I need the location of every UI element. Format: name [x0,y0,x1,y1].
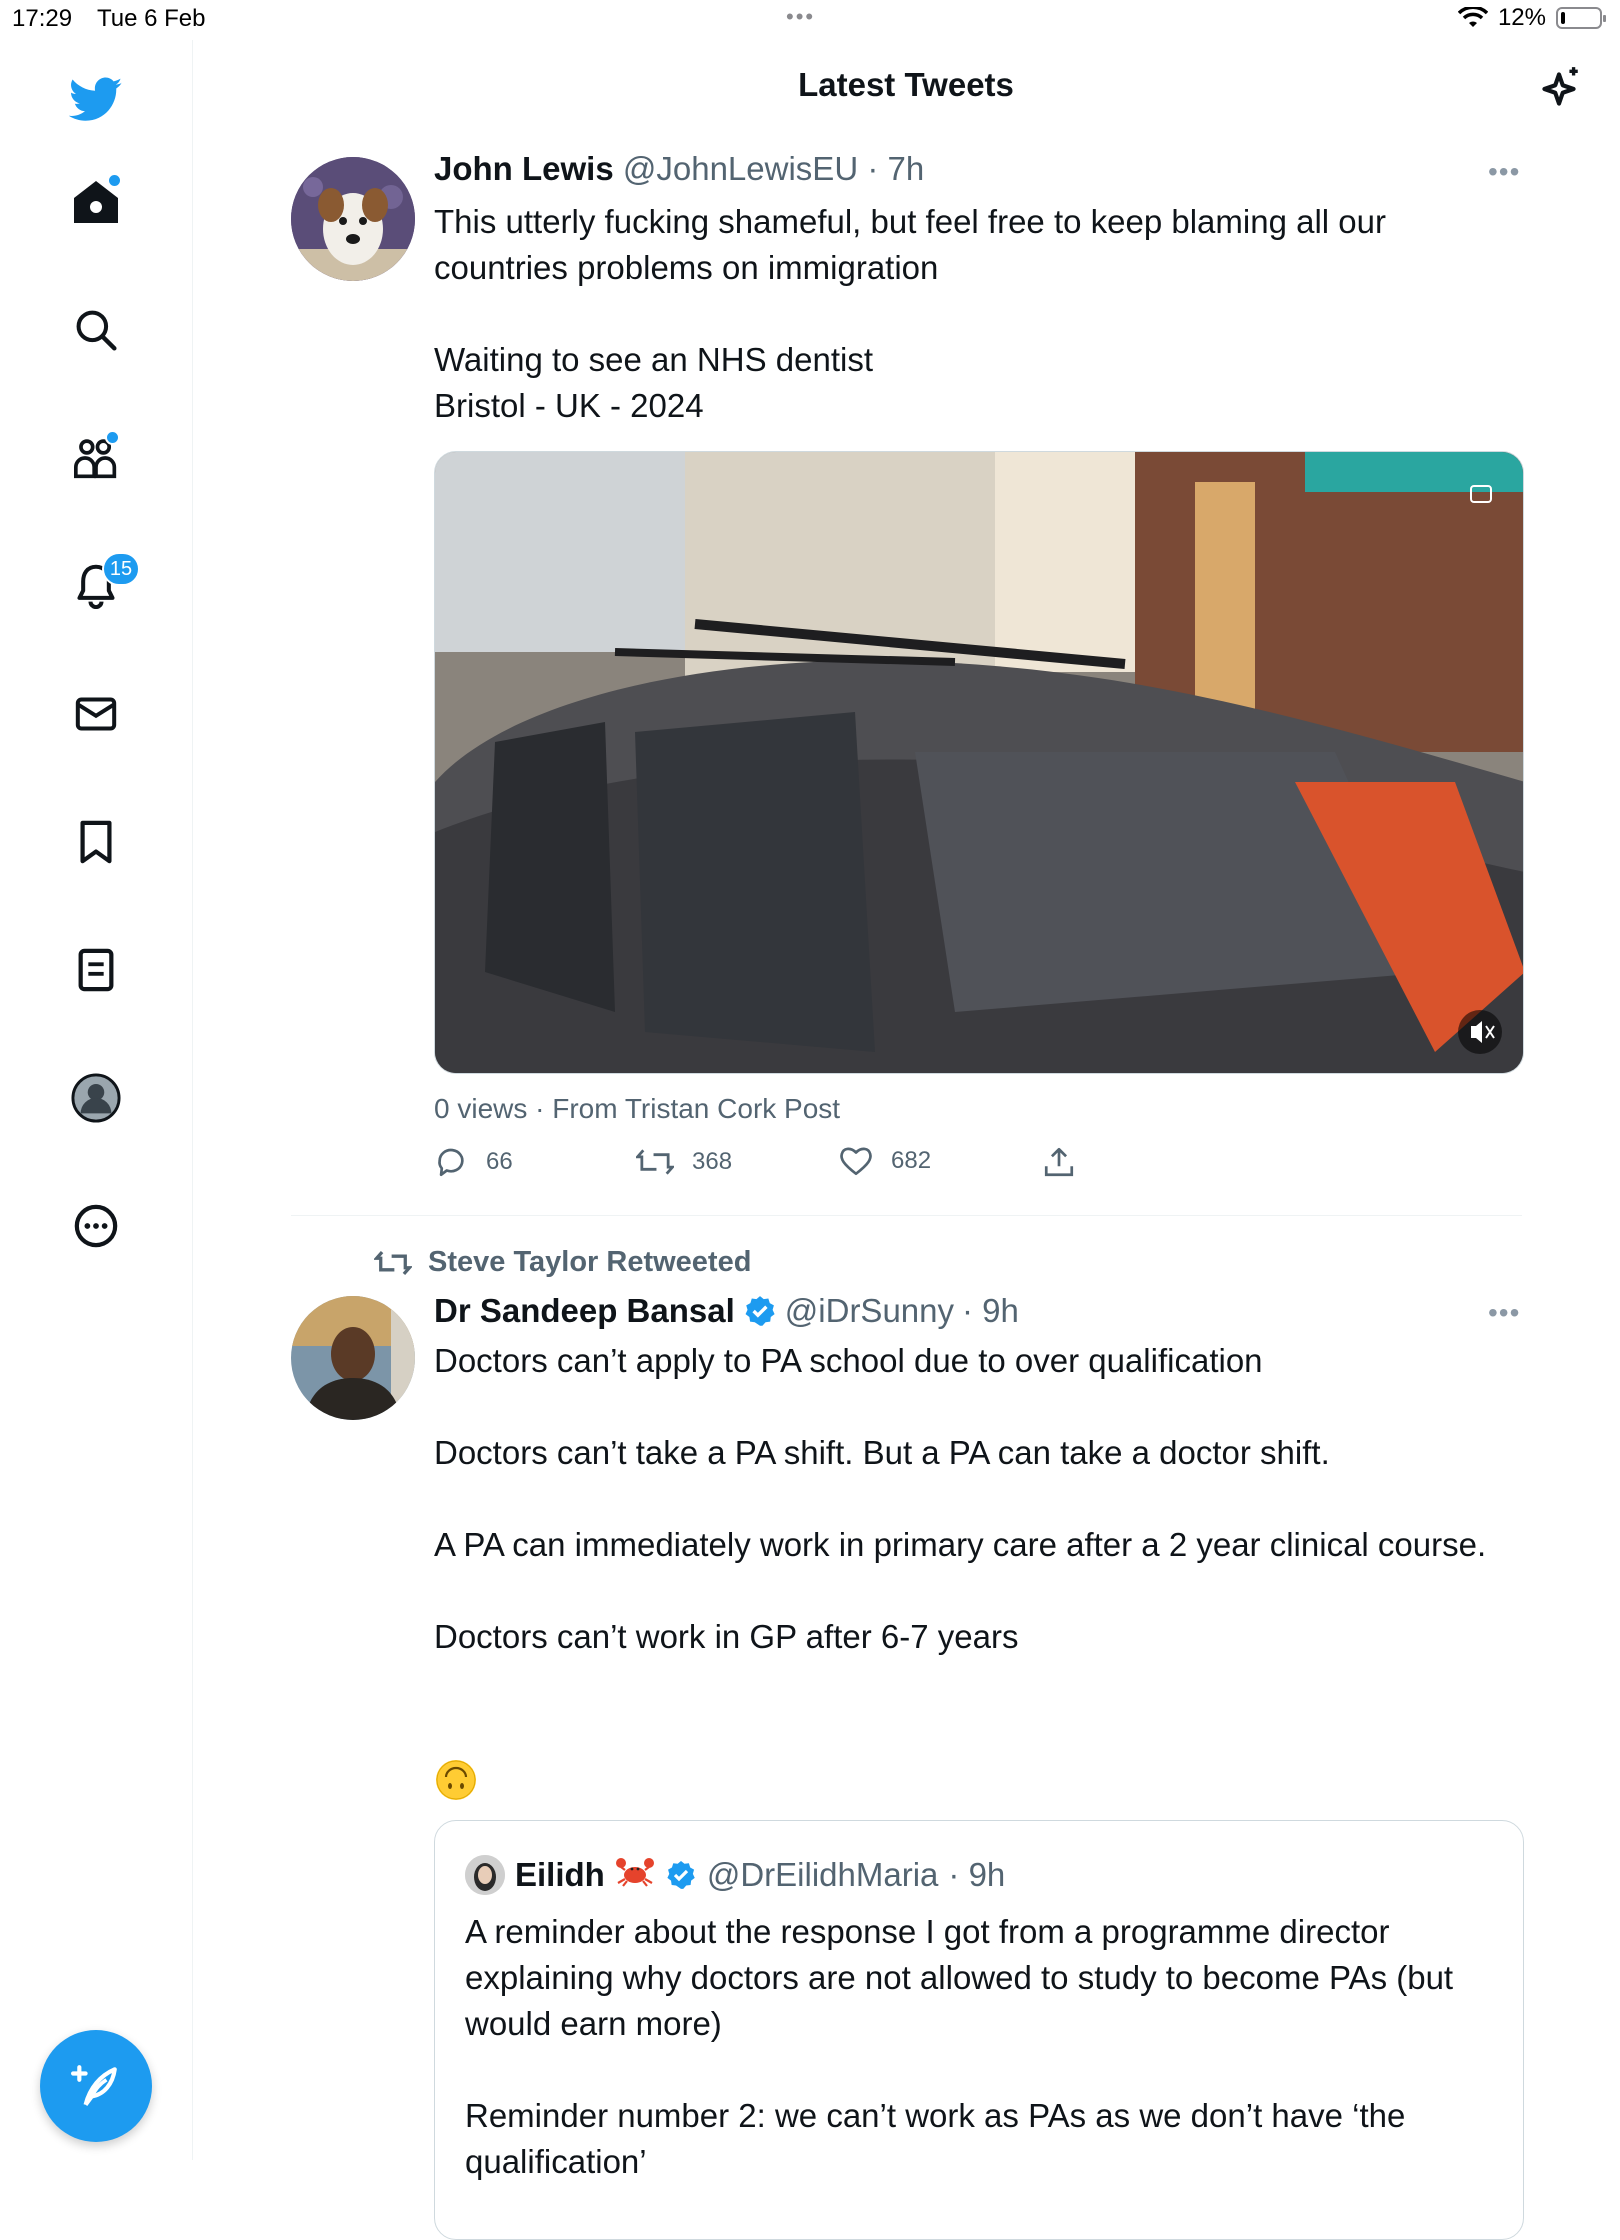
like-count: 682 [891,1147,932,1174]
author-name[interactable]: Dr Sandeep Bansal [434,1292,735,1330]
quoted-author-name: Eilidh [515,1856,605,1893]
status-bar: 17:29 Tue 6 Feb ••• 12% [0,0,1620,40]
nav-profile[interactable] [66,1068,126,1128]
verified-badge-icon [667,1861,695,1889]
upside-down-face-icon [436,1760,476,1800]
share-button[interactable] [1042,1145,1076,1179]
tweet-avatar-sandeep-bansal[interactable] [291,1296,415,1420]
notifications-badge: 15 [102,552,140,586]
battery-icon [1556,7,1606,29]
heart-icon [840,1147,872,1176]
compose-tweet-button[interactable] [40,2030,152,2142]
list-icon [78,948,114,992]
retweet-icon [636,1149,674,1175]
upside-down-face-emoji [436,1760,476,1800]
home-unread-dot [107,173,122,188]
retweet-small-icon [374,1250,412,1275]
nav-more[interactable] [66,1196,126,1256]
communities-unread-dot [105,430,120,445]
nav-search[interactable] [66,300,126,360]
tweet-time: · 9h [962,1292,1019,1329]
crab-emoji [615,1855,655,1895]
tweet-header: John Lewis @JohnLewisEU · 7h [434,150,924,188]
tweet-header: Dr Sandeep Bansal @iDrSunny · 9h [434,1292,1019,1330]
nav-communities[interactable] [66,428,126,488]
quoted-author-avatar [465,1855,505,1895]
timeline-settings-sparkle[interactable] [1534,64,1584,119]
share-icon [1044,1147,1074,1177]
author-name[interactable]: John Lewis [434,150,614,187]
quoted-tweet-time: · 9h [948,1856,1006,1893]
tweet-text: Doctors can’t apply to PA school due to … [434,1342,1487,1655]
retweeted-by-text: Steve Taylor Retweeted [428,1246,752,1278]
tweet-time: · 7h [867,150,925,187]
mail-icon [75,697,117,731]
sparkle-icon [1542,67,1578,106]
tweet-video[interactable] [434,451,1524,1074]
tweet-more-button[interactable]: ••• [1488,156,1520,188]
retweet-count: 368 [692,1148,733,1175]
like-button[interactable]: 682 [839,1145,931,1177]
status-date: Tue 6 Feb [97,5,206,32]
status-time: 17:29 [12,5,73,32]
nav-lists[interactable] [66,940,126,1000]
sidebar: 15 [0,40,193,2160]
tweet-text: This utterly fucking shameful, but feel … [434,203,1386,424]
quoted-tweet-text: A reminder about the response I got from… [465,1913,1454,2180]
tweet-views-source[interactable]: 0 views · From Tristan Cork Post [434,1093,840,1125]
reply-count: 66 [486,1148,513,1175]
author-handle[interactable]: @JohnLewisEU [623,150,858,187]
reply-button[interactable]: 66 [434,1145,513,1179]
search-icon [76,310,117,351]
nav-notifications[interactable]: 15 [66,552,140,616]
video-frame-image [435,452,1523,1073]
reply-icon [438,1148,464,1177]
page-title: Latest Tweets [798,66,1014,103]
status-right: 12% [1457,4,1606,32]
retweet-button[interactable]: 368 [636,1145,732,1179]
quoted-author-handle: @DrEilidhMaria [706,1856,939,1893]
quoted-tweet[interactable]: Eilidh @DrEilidhMaria · 9h A reminder ab… [434,1820,1524,2240]
retweeted-by-line[interactable]: Steve Taylor Retweeted [374,1246,751,1279]
tweet-more-button[interactable]: ••• [1488,1297,1520,1329]
tweet-actions: 66 368 682 [434,1145,1134,1185]
tweet-avatar-john-lewis[interactable] [291,157,415,281]
nav-bookmarks[interactable] [66,812,126,872]
more-circle-icon [74,1204,118,1248]
battery-percent: 12% [1497,4,1546,31]
quoted-tweet-header: Eilidh @DrEilidhMaria · 9h [465,1855,1005,1895]
verified-badge-icon [745,1296,775,1326]
author-handle[interactable]: @iDrSunny [785,1292,954,1330]
dog-avatar-image [291,157,415,281]
wifi-icon [1457,7,1488,27]
nav-home[interactable] [66,172,126,232]
crab-icon [615,1858,654,1887]
profile-avatar-icon [71,1073,121,1123]
person-avatar-image [291,1296,415,1420]
tweet-divider [291,1215,1522,1216]
compose-feather-icon [71,2065,117,2106]
multitasking-dots[interactable]: ••• [786,4,815,30]
nav-messages[interactable] [66,684,126,744]
bookmark-icon [80,820,112,864]
